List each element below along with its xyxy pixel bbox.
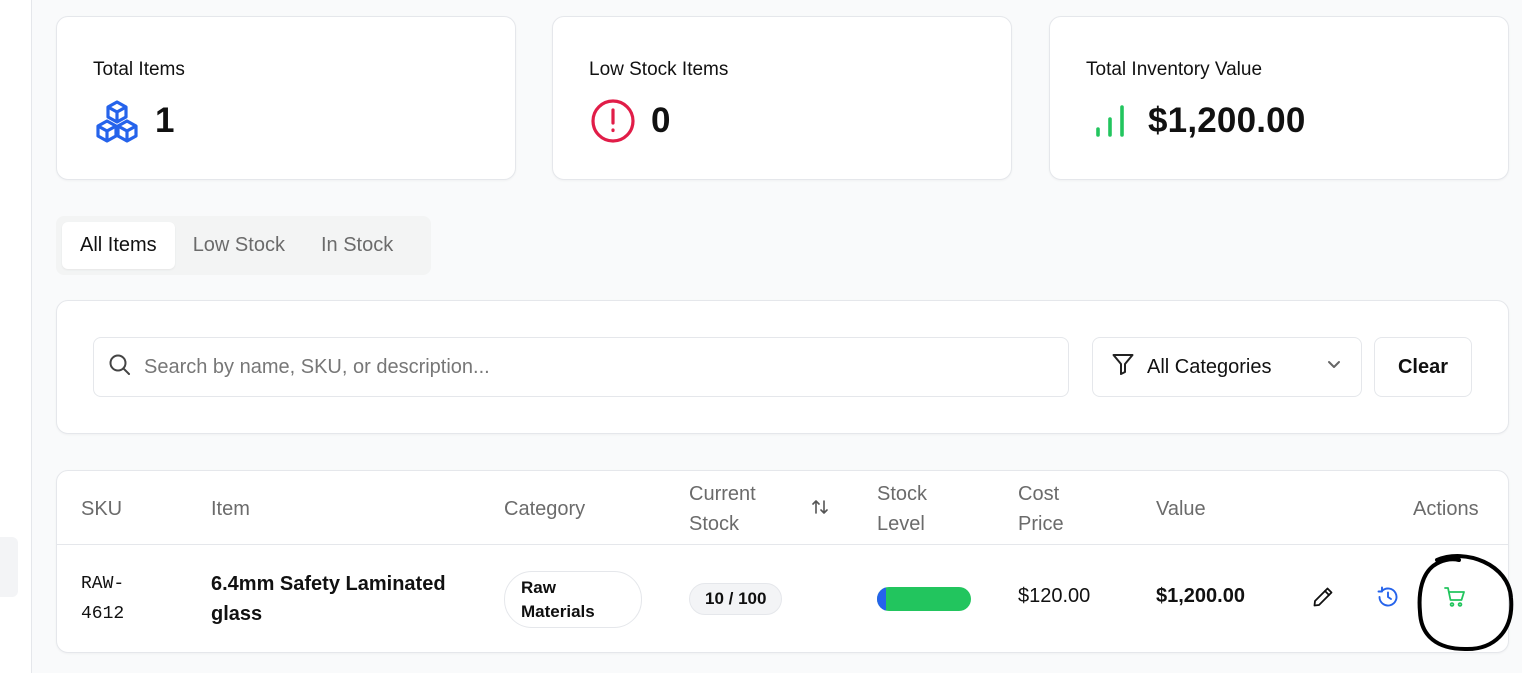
stat-value: 1: [155, 101, 175, 140]
cell-cost-price: $120.00: [1018, 585, 1091, 607]
sort-arrows-icon[interactable]: [811, 497, 829, 522]
category-select-value: All Categories: [1147, 355, 1272, 378]
history-button[interactable]: [1370, 581, 1406, 617]
pencil-icon: [1311, 585, 1335, 614]
category-badge-line2: Materials: [521, 602, 595, 621]
col-header-item[interactable]: Item: [211, 494, 250, 524]
inventory-table: SKU Item Category Current Stock Stock Le…: [56, 470, 1509, 653]
clear-button[interactable]: Clear: [1374, 337, 1472, 397]
col-header-actions: Actions: [1413, 498, 1479, 520]
category-select[interactable]: All Categories: [1092, 337, 1362, 397]
tab-all-items[interactable]: All Items: [62, 222, 175, 269]
filter-icon: [1111, 352, 1135, 382]
search-icon: [108, 353, 132, 382]
stat-title: Low Stock Items: [589, 59, 729, 80]
col-header-value[interactable]: Value: [1156, 494, 1206, 524]
cubes-icon: [93, 97, 141, 145]
cell-item-name: 6.4mm Safety Laminated glass: [211, 569, 471, 629]
stock-level-fill: [877, 587, 887, 611]
col-header-cost-price-line2: Price: [1018, 513, 1064, 535]
sidebar-handle[interactable]: [0, 537, 18, 597]
col-header-cost-price-line1: Cost: [1018, 483, 1060, 505]
cell-sku-line2: 4612: [81, 604, 125, 624]
col-header-current-stock[interactable]: Current Stock: [689, 479, 756, 539]
col-header-stock-level-line1: Stock: [877, 483, 928, 505]
edit-button[interactable]: [1305, 581, 1341, 617]
current-stock-badge: 10 / 100: [689, 583, 783, 615]
col-header-sku[interactable]: SKU: [81, 494, 122, 524]
signal-bars-icon: [1086, 97, 1134, 145]
stat-card-inventory-value: Total Inventory Value $1,200.00: [1049, 16, 1509, 180]
stat-card-total-items: Total Items 1: [56, 16, 516, 180]
cell-sku-line1: RAW-: [81, 574, 125, 594]
col-header-cost-price[interactable]: Cost Price: [1018, 479, 1064, 539]
reorder-button[interactable]: [1437, 581, 1473, 617]
alert-circle-icon: [589, 97, 637, 145]
col-header-stock-level-line2: Level: [877, 513, 925, 535]
category-badge: Raw Materials: [504, 571, 642, 628]
cell-sku: RAW- 4612: [81, 569, 124, 629]
stat-title: Total Inventory Value: [1086, 59, 1263, 80]
table-row[interactable]: RAW- 4612 6.4mm Safety Laminated glass R…: [57, 545, 1508, 652]
search-input[interactable]: [144, 355, 1044, 379]
table-header: SKU Item Category Current Stock Stock Le…: [57, 471, 1508, 545]
tab-in-stock[interactable]: In Stock: [303, 222, 411, 269]
cell-item-name-line1: 6.4mm Safety Laminated: [211, 573, 446, 595]
stat-value: 0: [651, 101, 671, 140]
left-sidebar: [0, 0, 32, 673]
stat-card-low-stock: Low Stock Items 0: [552, 16, 1012, 180]
col-header-category[interactable]: Category: [504, 494, 585, 524]
category-badge-line1: Raw: [521, 578, 556, 597]
col-header-current-stock-line2: Stock: [689, 513, 740, 535]
col-header-current-stock-line1: Current: [689, 483, 756, 505]
tab-low-stock[interactable]: Low Stock: [175, 222, 303, 269]
search-box: [93, 337, 1069, 397]
cell-item-name-line2: glass: [211, 603, 263, 625]
filter-panel: All Categories Clear: [56, 300, 1509, 434]
inventory-tabs: All Items Low Stock In Stock: [56, 216, 431, 275]
stat-title: Total Items: [93, 59, 185, 80]
cell-value: $1,200.00: [1156, 585, 1245, 607]
stat-value: $1,200.00: [1148, 101, 1306, 140]
history-icon: [1376, 585, 1400, 614]
chevron-down-icon: [1325, 355, 1343, 379]
shopping-cart-icon: [1443, 585, 1467, 614]
stock-level-bar: [877, 587, 971, 611]
col-header-stock-level[interactable]: Stock Level: [877, 479, 927, 539]
